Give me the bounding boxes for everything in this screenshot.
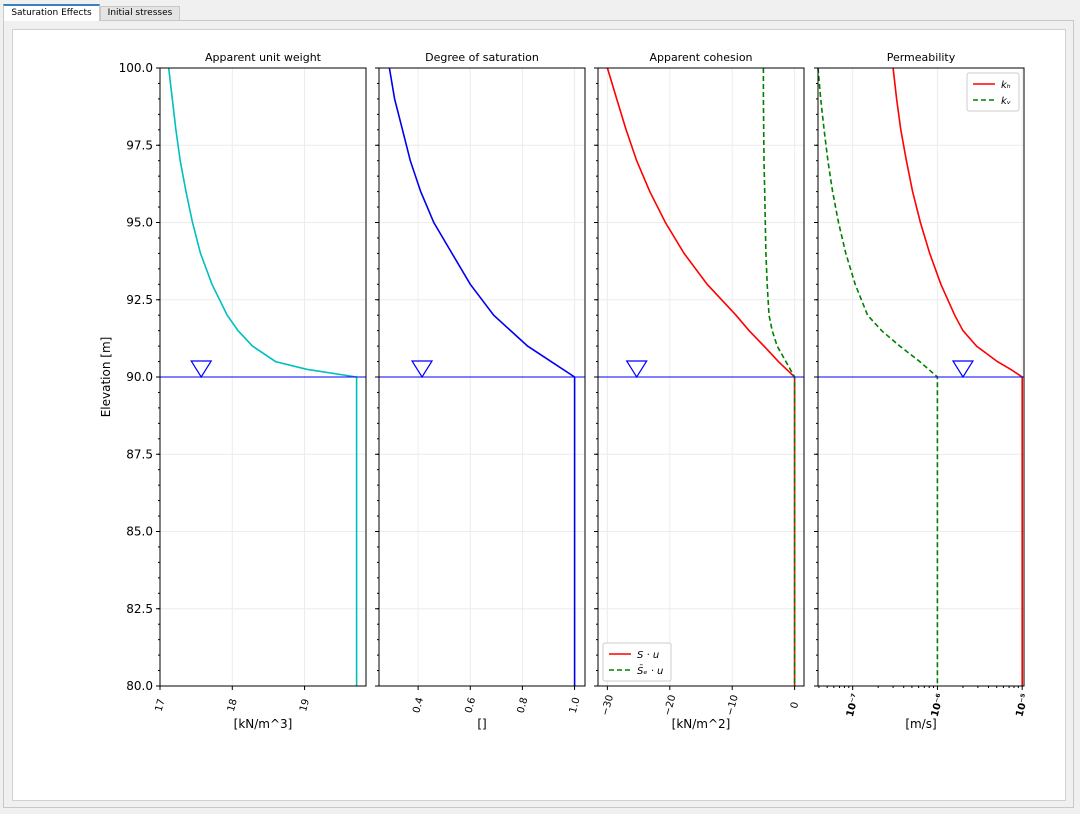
x-tick-label: 0.8 [516, 696, 531, 714]
water-table-marker [625, 360, 648, 379]
subplot-title: Permeability [887, 51, 956, 64]
subplot-title: Apparent cohesion [649, 51, 752, 64]
legend-label: kᵥ [1001, 96, 1011, 107]
y-tick-label: 87.5 [126, 447, 153, 461]
x-tick-label: 17 [154, 698, 168, 713]
water-table-marker [410, 360, 434, 379]
x-tick-label: 18 [226, 698, 240, 713]
y-tick-label: 92.5 [126, 293, 153, 307]
y-tick-label: 80.0 [126, 679, 153, 693]
y-tick-label: 90.0 [126, 370, 153, 384]
legend-box [966, 72, 1020, 112]
legend-label: S̄ₑ · u [637, 664, 663, 677]
water-table-marker [190, 360, 213, 379]
legend-label: S · u [637, 650, 659, 661]
x-tick-label: 0.4 [411, 696, 426, 714]
y-tick-label: 97.5 [126, 138, 153, 152]
x-axis-label: [kN/m^2] [672, 717, 731, 731]
x-tick-label: −30 [600, 694, 616, 717]
tab-initial-stresses[interactable]: Initial stresses [100, 6, 180, 20]
x-tick-label: 0.6 [463, 696, 478, 714]
x-tick-label: 10⁻⁵ [1014, 693, 1031, 719]
x-tick-label: −20 [662, 694, 678, 717]
y-tick-label: 85.0 [126, 525, 153, 539]
tab-saturation-effects[interactable]: Saturation Effects [3, 4, 100, 21]
x-tick-label: 1.0 [568, 696, 583, 714]
x-axis-label: [] [477, 717, 486, 731]
x-tick-label: 10⁻⁷ [845, 693, 862, 719]
y-tick-label: 95.0 [126, 216, 153, 230]
x-tick-label: 19 [298, 698, 312, 713]
subplot-title: Apparent unit weight [205, 51, 322, 64]
x-tick-label: 0 [789, 701, 801, 710]
water-table-marker [951, 360, 975, 379]
saturation-chart: 17 18 19 Apparent unit weight [kN/m^3] 0.4 0.6… [99, 51, 1031, 731]
x-axis-label: [kN/m^3] [234, 717, 293, 731]
y-axis-label: Elevation [m] [99, 337, 113, 418]
subplot-title: Degree of saturation [425, 51, 539, 64]
x-axis-label: [m/s] [905, 717, 936, 731]
y-tick-label: 82.5 [126, 602, 153, 616]
x-tick-label: 10⁻⁶ [930, 693, 947, 719]
y-tick-label: 100.0 [119, 61, 153, 75]
x-tick-label: −10 [725, 694, 741, 717]
legend-label: kₕ [1001, 80, 1011, 91]
plot-canvas: 17 18 19 Apparent unit weight [kN/m^3] 0.4 0.6… [12, 29, 1066, 801]
